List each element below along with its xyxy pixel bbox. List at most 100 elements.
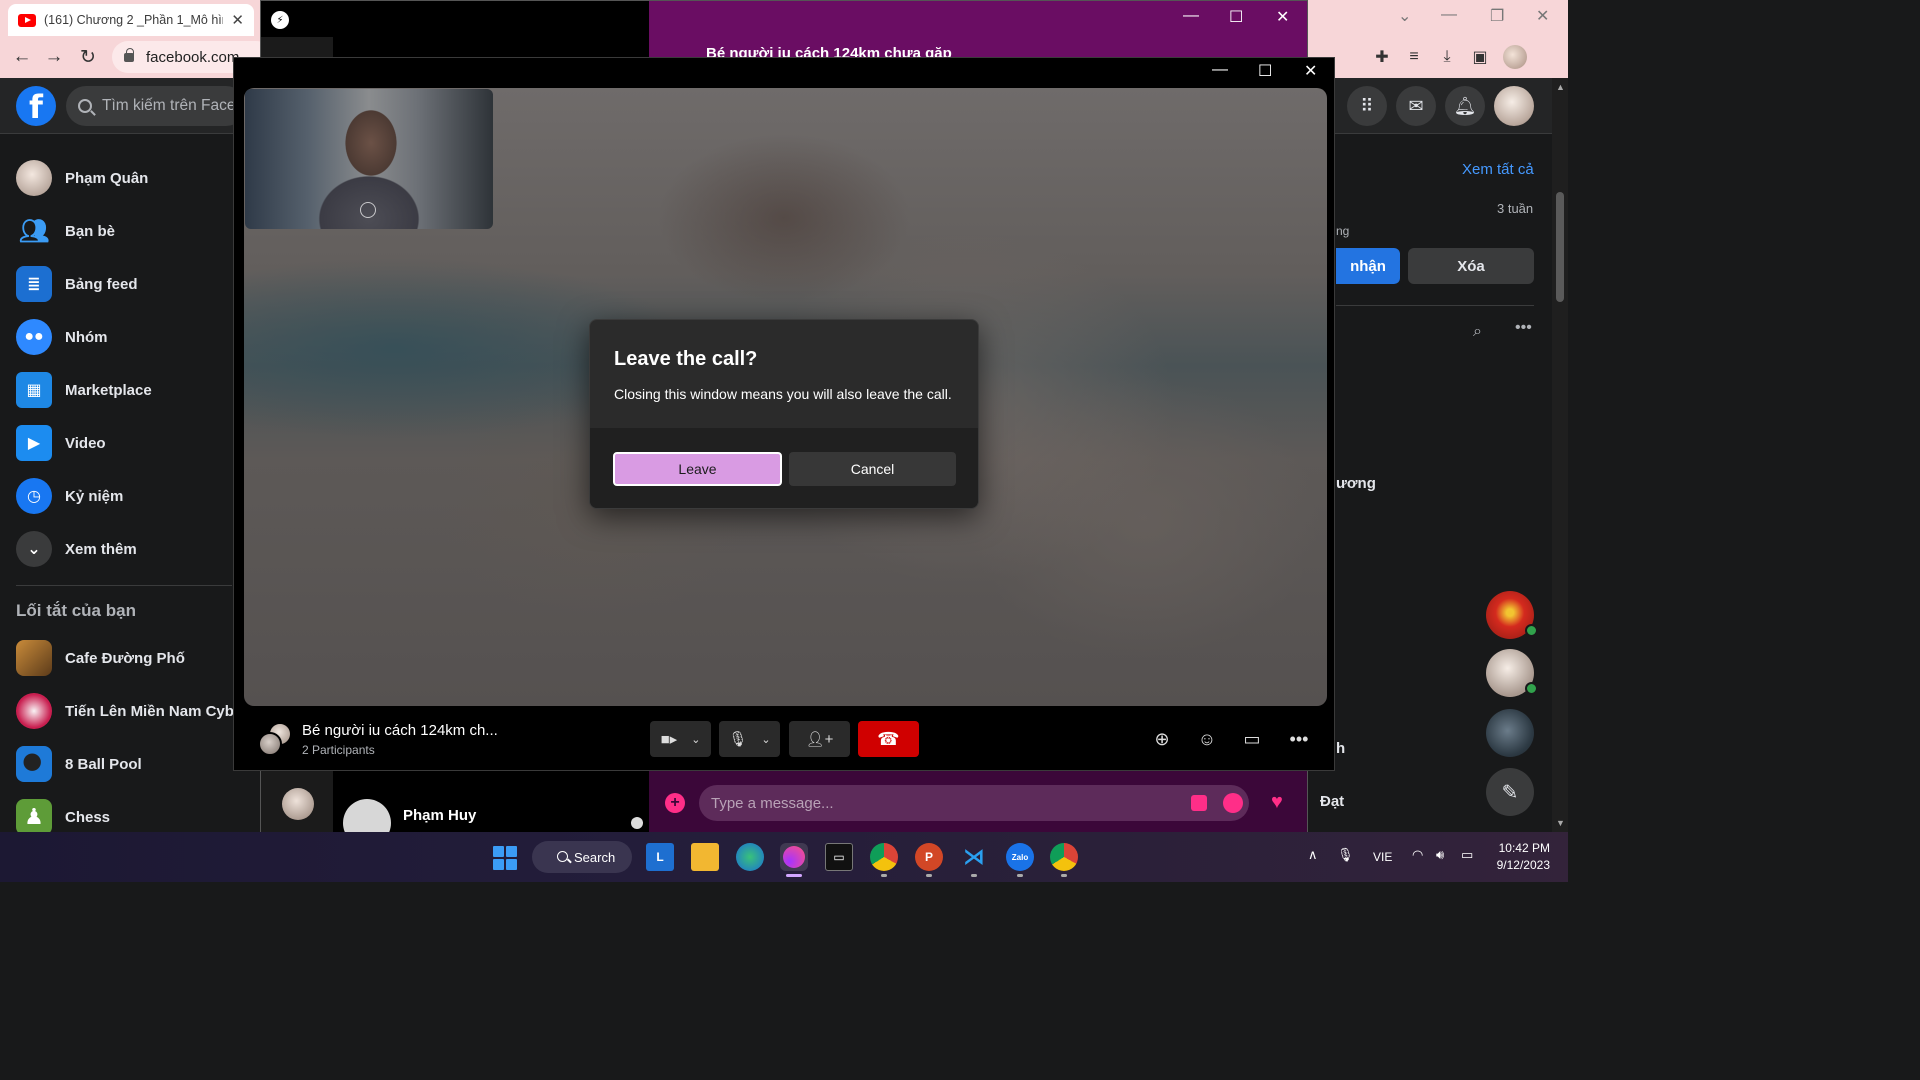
shortcut-tien-len[interactable]: Tiến Lên Miền Nam Cyber bbox=[16, 689, 248, 733]
sidebar-item-label: Bảng feed bbox=[65, 275, 138, 293]
shortcuts-heading: Lối tắt của bạn bbox=[16, 601, 136, 620]
facebook-search-input[interactable]: Tìm kiếm trên Facebook bbox=[66, 86, 246, 126]
confirm-request-button[interactable]: nhận bbox=[1336, 248, 1400, 284]
file-explorer-icon[interactable] bbox=[691, 843, 719, 871]
close-window-icon[interactable]: ✕ bbox=[1276, 7, 1289, 27]
chat-header: Bé người iu cách 124km chưa gặp bbox=[649, 1, 1307, 57]
microphone-tray-icon[interactable]: 🎙︎ bbox=[1337, 847, 1354, 863]
minimize-icon[interactable]: — bbox=[1441, 6, 1457, 24]
l-app-icon[interactable]: L bbox=[646, 843, 674, 871]
sidebar-item-feed[interactable]: ≣ Bảng feed bbox=[16, 262, 138, 306]
chevron-down-icon[interactable]: ⌄ bbox=[691, 733, 700, 746]
powerpoint-icon[interactable]: P bbox=[915, 843, 943, 871]
messenger-icon[interactable]: ✉ bbox=[1396, 86, 1436, 126]
participants-count: 2 Participants bbox=[302, 743, 375, 757]
running-indicator bbox=[786, 874, 802, 877]
share-screen-icon[interactable]: ▭ bbox=[1241, 728, 1263, 750]
sidebar-item-see-more[interactable]: ⌄ Xem thêm bbox=[16, 527, 137, 571]
terminal-icon[interactable]: ▭ bbox=[825, 843, 853, 871]
close-window-icon[interactable]: ✕ bbox=[1304, 61, 1317, 81]
cancel-button[interactable]: Cancel bbox=[789, 452, 956, 486]
delete-request-button[interactable]: Xóa bbox=[1408, 248, 1534, 284]
shortcut-8-ball-pool[interactable]: 8 Ball Pool bbox=[16, 742, 142, 786]
tab-search-icon[interactable]: ⌄ bbox=[1398, 6, 1411, 26]
browser-tab-youtube[interactable]: (161) Chương 2 _Phần 1_Mô hình ✕ bbox=[8, 4, 254, 36]
zalo-icon[interactable]: Zalo bbox=[1006, 843, 1034, 871]
more-options-icon[interactable]: ••• bbox=[1515, 319, 1532, 337]
chevron-down-icon[interactable]: ⌄ bbox=[761, 733, 770, 746]
page-scrollbar[interactable]: ▲ ▼ bbox=[1552, 78, 1568, 832]
sidebar-item-video[interactable]: ▶ Video bbox=[16, 421, 106, 465]
windows-start-icon[interactable] bbox=[493, 846, 517, 870]
request-time: 3 tuần bbox=[1497, 201, 1534, 216]
chat-head-avatar[interactable] bbox=[1486, 709, 1534, 757]
cafe-game-icon bbox=[16, 640, 52, 676]
avatar[interactable] bbox=[282, 788, 314, 820]
add-participant-button[interactable]: 👤︎+ bbox=[789, 721, 850, 757]
sidebar-item-groups[interactable]: ●● Nhóm bbox=[16, 315, 108, 359]
maximize-icon[interactable]: ☐ bbox=[1229, 7, 1243, 27]
sticker-icon[interactable] bbox=[1191, 795, 1207, 811]
mic-toggle-button[interactable]: 🎙︎ ⌄ bbox=[719, 721, 780, 757]
media-control-icon[interactable]: ≡ bbox=[1404, 47, 1424, 67]
close-tab-icon[interactable]: ✕ bbox=[231, 11, 244, 29]
account-avatar[interactable] bbox=[1494, 86, 1534, 126]
menu-grid-icon[interactable]: ⠿ bbox=[1347, 86, 1387, 126]
notifications-icon[interactable]: 🔔︎ bbox=[1445, 86, 1485, 126]
emoji-icon[interactable] bbox=[1223, 793, 1243, 813]
reload-icon[interactable]: ↻ bbox=[75, 44, 101, 70]
add-circle-icon[interactable]: ⊕ bbox=[1151, 728, 1173, 750]
restore-icon[interactable]: ❐ bbox=[1490, 6, 1504, 26]
download-icon[interactable]: ⤓ bbox=[1437, 47, 1457, 67]
memories-clock-icon: ◷ bbox=[16, 478, 52, 514]
taskbar-search-button[interactable]: Search bbox=[532, 841, 632, 873]
sidebar-item-friends[interactable]: 👥︎ Bạn bè bbox=[16, 209, 115, 253]
camera-toggle-button[interactable]: ■▸ ⌄ bbox=[650, 721, 711, 757]
forward-icon[interactable]: → bbox=[41, 44, 67, 70]
close-window-icon[interactable]: ✕ bbox=[1536, 6, 1549, 26]
self-video-preview[interactable] bbox=[245, 89, 493, 229]
chrome-icon[interactable] bbox=[870, 843, 898, 871]
maximize-icon[interactable]: ☐ bbox=[1258, 61, 1272, 81]
battery-icon[interactable]: ▭ bbox=[1461, 847, 1473, 863]
scroll-down-icon[interactable]: ▼ bbox=[1556, 818, 1565, 828]
vscode-icon[interactable]: ⋊ bbox=[960, 843, 988, 871]
add-attachment-icon[interactable]: + bbox=[665, 793, 685, 813]
facebook-logo-icon[interactable]: f bbox=[16, 86, 56, 126]
minimize-icon[interactable]: — bbox=[1212, 61, 1228, 79]
chat-title: Bé người iu cách 124km chưa gặp bbox=[706, 45, 952, 57]
side-panel-icon[interactable]: ▣ bbox=[1470, 47, 1490, 67]
new-message-icon[interactable]: ✎ bbox=[1486, 768, 1534, 816]
sidebar-item-profile[interactable]: Phạm Quân bbox=[16, 156, 148, 200]
extensions-icon[interactable]: ✚ bbox=[1372, 47, 1392, 67]
minimize-icon[interactable]: — bbox=[1183, 7, 1199, 25]
edge-icon[interactable] bbox=[736, 843, 764, 871]
volume-icon[interactable]: 🔊︎ bbox=[1436, 847, 1444, 863]
sidebar-item-memories[interactable]: ◷ Kỷ niệm bbox=[16, 474, 123, 518]
tray-overflow-icon[interactable]: ∧ bbox=[1308, 847, 1318, 863]
scroll-up-icon[interactable]: ▲ bbox=[1556, 82, 1565, 92]
emoji-reaction-icon[interactable]: ☺ bbox=[1196, 728, 1218, 750]
heart-icon[interactable]: ♥ bbox=[1271, 791, 1283, 814]
shortcut-cafe-duong-pho[interactable]: Cafe Đường Phố bbox=[16, 636, 185, 680]
see-all-link[interactable]: Xem tất cả bbox=[1462, 161, 1534, 178]
shortcut-label: Chess bbox=[65, 808, 111, 826]
end-call-button[interactable]: ☎ bbox=[858, 721, 919, 757]
chrome-profile-icon[interactable] bbox=[1050, 843, 1078, 871]
system-clock[interactable]: 10:42 PM 9/12/2023 bbox=[1490, 840, 1550, 874]
message-input[interactable]: Type a message... bbox=[699, 785, 1249, 821]
call-titlebar: — ☐ ✕ bbox=[234, 58, 1334, 88]
messenger-taskbar-icon[interactable] bbox=[780, 843, 808, 871]
sidebar-divider bbox=[16, 585, 232, 586]
avatar bbox=[258, 732, 282, 756]
conversation-name[interactable]: Phạm Huy bbox=[403, 807, 476, 824]
leave-button[interactable]: Leave bbox=[613, 452, 782, 486]
back-icon[interactable]: ← bbox=[9, 44, 35, 70]
more-options-icon[interactable]: ••• bbox=[1288, 728, 1310, 750]
scrollbar-thumb[interactable] bbox=[1556, 192, 1564, 302]
wifi-icon[interactable]: ◠ bbox=[1412, 847, 1423, 863]
contacts-search-icon[interactable]: ⌕ bbox=[1473, 323, 1482, 341]
sidebar-item-marketplace[interactable]: ▦ Marketplace bbox=[16, 368, 152, 412]
profile-avatar[interactable] bbox=[1503, 45, 1527, 69]
language-indicator[interactable]: VIE bbox=[1373, 850, 1392, 864]
